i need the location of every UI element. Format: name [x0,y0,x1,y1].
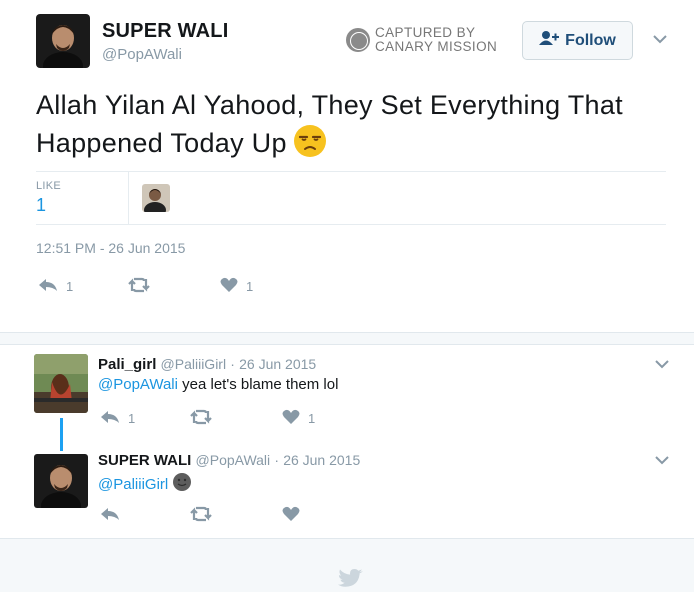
heart-icon [220,277,238,296]
reply-button[interactable]: 1 [38,277,73,296]
reply-icon [100,506,120,525]
author-name[interactable]: SUPER WALI [102,20,228,43]
chevron-down-icon[interactable] [652,32,668,46]
reply-2-text: @PaliiiGirl [98,472,192,496]
reply-avatar-pali-girl[interactable] [34,354,88,413]
heart-icon [282,409,300,428]
reply-1-text: @PopAWali yea let's blame them lol [98,376,338,393]
stats-divider-top [36,171,666,172]
canary-mission-watermark: CAPTURED BY CANARY MISSION [346,26,506,56]
person-add-icon [539,30,560,51]
reply-count: 1 [66,279,74,294]
twitter-bird-icon[interactable] [338,568,364,590]
like-action-count: 1 [246,279,254,294]
reply-1-author-handle[interactable]: @PaliiiGirl [161,356,227,372]
thread-connector [60,418,63,451]
watermark-line-1: CAPTURED BY [375,25,476,40]
reply-1-body: yea let's blame them lol [177,376,339,393]
chevron-down-icon[interactable] [655,453,669,465]
reply-1-separator: · [230,356,235,372]
section-divider [0,332,694,345]
tweet-body: Allah Yilan Al Yahood, They Set Everythi… [36,90,623,158]
reply-1-reply-button[interactable]: 1 [100,409,135,428]
reply-2-mention[interactable]: @PaliiiGirl [98,476,168,493]
reply-1-reply-count: 1 [128,411,136,426]
follow-label: Follow [565,31,616,49]
reply-2-author-handle[interactable]: @PopAWali [196,452,271,468]
follow-button[interactable]: Follow [522,21,633,60]
reply-icon [38,277,58,296]
reply-1-mention[interactable]: @PopAWali [98,376,178,393]
reply-2-date[interactable]: 26 Jun 2015 [283,452,360,468]
like-button[interactable]: 1 [220,277,253,296]
reply-1-header: Pali_girl @PaliiiGirl · 26 Jun 2015 [98,356,316,373]
reply-1-author-name[interactable]: Pali_girl [98,356,156,373]
reply-1-date[interactable]: 26 Jun 2015 [239,356,316,372]
reply-2-reply-button[interactable] [100,506,120,525]
author-avatar[interactable] [36,14,90,68]
retweet-icon [128,277,150,296]
reply-2-like-button[interactable] [282,506,300,525]
retweet-icon [190,506,212,525]
tweet-timestamp[interactable]: 12:51 PM - 26 Jun 2015 [36,240,185,256]
unamused-face-icon [293,124,327,158]
reply-2-author-name[interactable]: SUPER WALI [98,452,191,469]
dark-smiley-face-icon [172,472,192,496]
stats-divider-bottom [36,224,666,225]
chevron-down-icon[interactable] [655,357,669,369]
watermark-line-2: CANARY MISSION [375,39,498,54]
reply-1-like-count: 1 [308,411,316,426]
seal-icon [346,28,370,52]
reply-1-like-button[interactable]: 1 [282,409,315,428]
liker-avatar[interactable] [142,184,170,212]
reply-avatar-super-wali[interactable] [34,454,88,508]
like-stat-count[interactable]: 1 [36,195,46,216]
retweet-button[interactable] [128,277,150,296]
stats-divider-vertical [128,171,129,224]
like-stat-label: LIKE [36,180,62,192]
heart-icon [282,506,300,525]
reply-2-header: SUPER WALI @PopAWali · 26 Jun 2015 [98,452,360,469]
author-handle[interactable]: @PopAWali [102,46,182,63]
reply-2-retweet-button[interactable] [190,506,212,525]
tweet-text: Allah Yilan Al Yahood, They Set Everythi… [36,86,666,162]
reply-2-separator: · [274,452,280,468]
reply-1-retweet-button[interactable] [190,409,212,428]
reply-icon [100,409,120,428]
retweet-icon [190,409,212,428]
